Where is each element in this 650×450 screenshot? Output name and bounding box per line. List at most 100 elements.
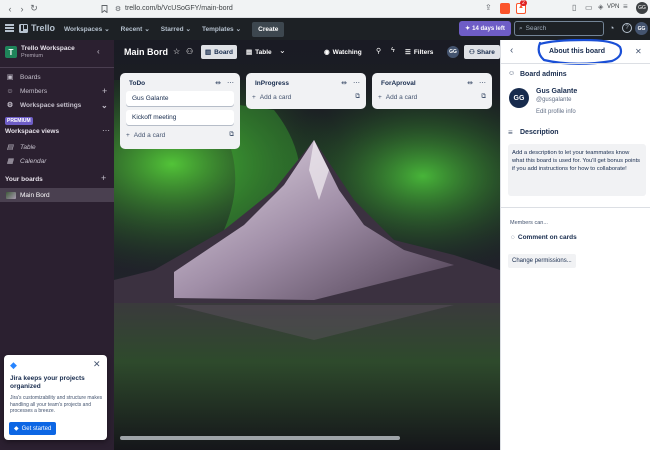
collapse-sidebar-icon[interactable]: ‹	[97, 47, 107, 57]
watching-button[interactable]: ◉ Watching	[324, 45, 362, 59]
description-field[interactable]: Add a description to let your teammates …	[508, 144, 646, 196]
add-member-icon[interactable]: +	[102, 86, 107, 96]
recent-menu[interactable]: Recent ⌄	[121, 25, 150, 34]
list-menu-icon[interactable]: ⋯	[479, 79, 486, 87]
create-button[interactable]: Create	[252, 21, 285, 37]
workspace-plan: Premium	[21, 53, 44, 59]
power-ups-icon[interactable]: ⚲	[376, 47, 381, 55]
workspaces-menu[interactable]: Workspaces ⌄	[64, 25, 110, 34]
share-button[interactable]: ⚇ Share	[464, 45, 500, 59]
reload-icon[interactable]: ↻	[28, 3, 40, 15]
sidebar-item-boards[interactable]: ▣ Boards	[0, 70, 114, 84]
more-icon[interactable]: ⋯	[102, 126, 110, 135]
board-canvas: Main Bord ☆ ⚇ ▥ Board ▤ Table ⌄ ◉ Watchi…	[114, 40, 500, 450]
table-view-tab[interactable]: ▤ Table	[242, 45, 276, 59]
filters-button[interactable]: ☰ Filters	[405, 45, 433, 59]
close-icon[interactable]: ✕	[93, 359, 101, 370]
list-inprogress[interactable]: InProgress ⇹ ⋯ + Add a card ⧉	[246, 73, 366, 109]
board-view-tab[interactable]: ▥ Board	[201, 45, 237, 59]
create-from-template-icon[interactable]: ⧉	[355, 93, 360, 101]
create-from-template-icon[interactable]: ⧉	[481, 93, 486, 101]
table-icon: ▤	[6, 144, 14, 151]
bookmark-icon[interactable]	[98, 3, 110, 15]
edit-profile-link[interactable]: Edit profile info	[536, 109, 576, 115]
members-icon: ☺	[6, 87, 14, 95]
search-icon: ⌕	[519, 24, 523, 32]
jira-icon: ◆	[14, 426, 19, 432]
comment-icon: ◌	[511, 234, 515, 241]
comment-permission: ◌ Comment on cards	[511, 234, 577, 241]
plus-icon: +	[378, 93, 382, 101]
board-admins-heading: Board admins	[520, 71, 567, 78]
vpn-label[interactable]: VPN	[607, 4, 619, 10]
app-switcher-icon[interactable]	[5, 24, 14, 33]
visibility-icon[interactable]: ⚇	[186, 47, 193, 56]
board-title[interactable]: Main Bord	[124, 47, 168, 57]
trello-logo[interactable]: Trello	[19, 23, 55, 33]
sidebar-item-calendar[interactable]: ▦ Calendar	[0, 154, 114, 168]
sidebar-toggle-icon[interactable]: ▯	[572, 3, 576, 12]
card[interactable]: Gus Galante	[126, 91, 234, 106]
collapse-list-icon[interactable]: ⇹	[341, 79, 347, 87]
vpn-icon[interactable]: ◈	[598, 3, 603, 11]
list-menu-icon[interactable]: ⋯	[353, 79, 360, 87]
list-title[interactable]: ToDo	[126, 80, 145, 87]
user-avatar[interactable]: GG	[635, 22, 648, 35]
templates-menu[interactable]: Templates ⌄	[202, 25, 242, 34]
eye-icon: ◉	[324, 49, 330, 56]
site-settings-icon[interactable]: ⚙	[112, 3, 124, 15]
jira-promo-popup: ◆ ✕ Jira keeps your projects organized J…	[4, 355, 107, 440]
list-menu-icon[interactable]: ⋯	[227, 79, 234, 87]
collapse-list-icon[interactable]: ⇹	[215, 79, 221, 87]
add-board-icon[interactable]: +	[101, 173, 106, 183]
back-icon[interactable]: ‹	[4, 3, 16, 15]
star-icon[interactable]: ☆	[173, 47, 180, 56]
forward-icon[interactable]: ›	[16, 3, 28, 15]
wallet-icon[interactable]: ▭	[585, 3, 593, 12]
change-permissions-button[interactable]: Change permissions...	[508, 254, 576, 268]
admin-avatar[interactable]: GG	[509, 88, 529, 108]
card[interactable]: Kickoff meeting	[126, 110, 234, 125]
sidebar-board-main-bord[interactable]: Main Bord	[0, 188, 114, 202]
list-todo[interactable]: ToDo ⇹ ⋯ Gus Galante Kickoff meeting + Ad…	[120, 73, 240, 149]
share-page-icon[interactable]: ⇪	[485, 3, 492, 12]
starred-menu[interactable]: Starred ⌄	[161, 25, 191, 34]
browser-profile-avatar[interactable]: GG	[636, 2, 648, 14]
jira-promo-body: Jira's customizability and structure mak…	[10, 395, 103, 414]
board-thumbnail	[6, 191, 16, 199]
add-card-button[interactable]: + Add a card ⧉	[378, 93, 486, 101]
list-foraproval[interactable]: ForAproval ⇹ ⋯ + Add a card ⧉	[372, 73, 492, 109]
menu-icon[interactable]: ≡	[623, 2, 628, 11]
add-card-button[interactable]: + Add a card ⧉	[252, 93, 360, 101]
workspace-name: Trello Workspace	[21, 45, 75, 52]
sidebar-item-members[interactable]: ☺ Members +	[0, 84, 114, 98]
sidebar-item-table[interactable]: ▤ Table	[0, 140, 114, 154]
back-icon[interactable]: ‹	[510, 45, 513, 56]
close-icon[interactable]: ✕	[635, 47, 642, 56]
horizontal-scrollbar[interactable]	[120, 436, 400, 440]
automation-icon[interactable]: ϟ	[391, 47, 395, 54]
notifications-icon[interactable]: ◔	[609, 23, 614, 33]
notification-count: 2	[520, 0, 527, 6]
list-title[interactable]: ForAproval	[378, 80, 416, 87]
create-from-template-icon[interactable]: ⧉	[229, 131, 234, 139]
add-card-button[interactable]: + Add a card ⧉	[126, 131, 234, 139]
brave-shield-icon[interactable]	[500, 3, 510, 14]
share-icon: ⚇	[469, 49, 475, 56]
collapse-list-icon[interactable]: ⇹	[467, 79, 473, 87]
address-bar[interactable]: trello.com/b/VcUSoGFY/main-bord	[125, 5, 233, 12]
help-icon[interactable]: ?	[622, 23, 632, 33]
sidebar-item-workspace-settings[interactable]: ⚙ Workspace settings ⌄	[0, 98, 114, 112]
get-started-button[interactable]: ◆ Get started	[9, 422, 57, 435]
search-input[interactable]: ⌕ Search	[514, 21, 604, 36]
trial-badge[interactable]: ✦ 14 days left	[459, 21, 511, 36]
list-title[interactable]: InProgress	[252, 80, 289, 87]
chevron-down-icon: ⌄	[235, 26, 242, 33]
rocket-icon: ✦	[465, 26, 471, 32]
board-view-icon: ▥	[205, 49, 212, 56]
chevron-down-icon[interactable]: ⌄	[279, 46, 286, 55]
boards-icon: ▣	[6, 74, 14, 81]
board-member-avatar[interactable]: GG	[447, 46, 459, 58]
admin-name: Gus Galante	[536, 88, 578, 95]
chevron-down-icon: ⌄	[104, 26, 110, 33]
